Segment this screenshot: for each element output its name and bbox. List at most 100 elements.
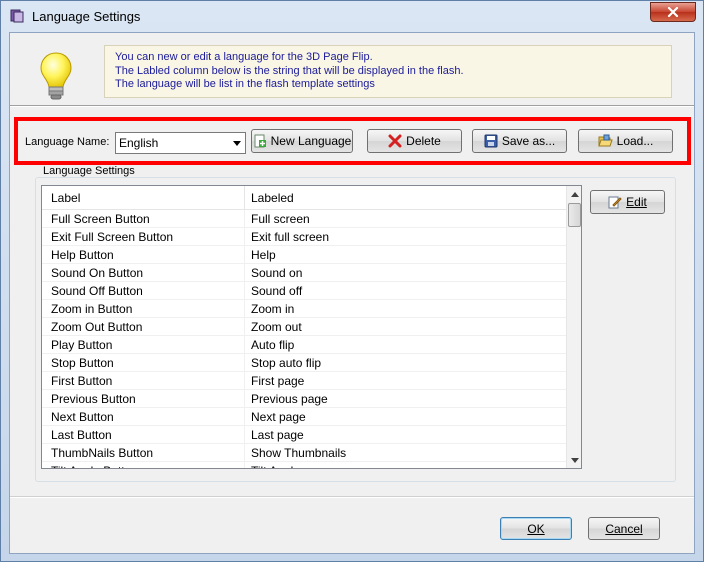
chevron-up-icon <box>571 191 579 197</box>
chevron-down-icon <box>233 141 241 146</box>
new-language-label: New Language <box>270 134 352 148</box>
row-label-cell: Play Button <box>51 338 113 352</box>
row-label-cell: Full Screen Button <box>51 212 150 226</box>
row-label-cell: Stop Button <box>51 356 114 370</box>
app-icon <box>10 9 24 23</box>
row-divider <box>244 300 245 318</box>
table-row[interactable]: Tilt Angle Button Tilt Angle <box>42 462 566 468</box>
info-line-1: You can new or edit a language for the 3… <box>115 51 373 63</box>
scroll-down-button[interactable] <box>567 452 581 468</box>
ok-button[interactable]: OK <box>500 517 572 540</box>
load-label: Load... <box>616 134 654 148</box>
list-rows: Full Screen Button Full screen Exit Full S… <box>42 210 566 468</box>
title-bar[interactable]: Language Settings <box>1 1 703 32</box>
row-labeled-cell: Full screen <box>251 212 310 226</box>
row-label-cell: Sound On Button <box>51 266 144 280</box>
close-button[interactable] <box>650 2 696 22</box>
row-labeled-cell: Sound on <box>251 266 303 280</box>
table-row[interactable]: Full Screen Button Full screen <box>42 210 566 228</box>
scrollbar-thumb[interactable] <box>568 203 581 227</box>
table-row[interactable]: ThumbNails Button Show Thumbnails <box>42 444 566 462</box>
language-select[interactable]: English <box>115 132 246 154</box>
edit-button[interactable]: Edit <box>590 190 665 214</box>
new-language-button[interactable]: New Language <box>251 129 353 153</box>
row-label-cell: Tilt Angle Button <box>51 464 138 468</box>
row-divider <box>244 336 245 354</box>
delete-label: Delete <box>406 134 441 148</box>
table-row[interactable]: Zoom in Button Zoom in <box>42 300 566 318</box>
row-divider <box>244 228 245 246</box>
row-label-cell: ThumbNails Button <box>51 446 154 460</box>
row-labeled-cell: Exit full screen <box>251 230 330 244</box>
column-divider[interactable] <box>244 186 245 210</box>
save-as-button[interactable]: Save as... <box>472 129 567 153</box>
row-labeled-cell: Last page <box>251 428 304 442</box>
table-row[interactable]: Previous Button Previous page <box>42 390 566 408</box>
row-label-cell: First Button <box>51 374 113 388</box>
header-divider <box>10 105 694 107</box>
language-name-label: Language Name: <box>25 136 110 148</box>
list-header: Label Labeled <box>42 186 566 210</box>
group-title: Language Settings <box>41 165 137 177</box>
row-label-cell: Last Button <box>51 428 112 442</box>
row-divider <box>244 264 245 282</box>
table-row[interactable]: First Button First page <box>42 372 566 390</box>
table-row[interactable]: Help Button Help <box>42 246 566 264</box>
delete-button[interactable]: Delete <box>367 129 462 153</box>
row-label-cell: Exit Full Screen Button <box>51 230 174 244</box>
row-labeled-cell: Help <box>251 248 276 262</box>
dialog-body: You can new or edit a language for the 3… <box>9 32 695 554</box>
table-row[interactable]: Stop Button Stop auto flip <box>42 354 566 372</box>
save-as-label: Save as... <box>501 134 556 148</box>
language-settings-window: Language Settings You can new or edit a … <box>0 0 704 562</box>
row-divider <box>244 426 245 444</box>
info-line-3: The language will be list in the flash t… <box>115 78 375 90</box>
row-labeled-cell: Auto flip <box>251 338 295 352</box>
table-row[interactable]: Last Button Last page <box>42 426 566 444</box>
load-button[interactable]: Load... <box>578 129 673 153</box>
table-row[interactable]: Sound Off Button Sound off <box>42 282 566 300</box>
cancel-button[interactable]: Cancel <box>588 517 660 540</box>
scroll-up-button[interactable] <box>567 186 581 202</box>
row-divider <box>244 210 245 228</box>
cancel-label: Cancel <box>605 521 643 536</box>
row-label-cell: Help Button <box>51 248 114 262</box>
table-row[interactable]: Play Button Auto flip <box>42 336 566 354</box>
window-title: Language Settings <box>32 9 141 24</box>
row-label-cell: Sound Off Button <box>51 284 143 298</box>
row-divider <box>244 408 245 426</box>
table-row[interactable]: Zoom Out Button Zoom out <box>42 318 566 336</box>
delete-icon <box>388 134 402 148</box>
floppy-disk-icon <box>484 134 498 148</box>
row-label-cell: Previous Button <box>51 392 136 406</box>
column-header-labeled[interactable]: Labeled <box>251 191 294 205</box>
vertical-scrollbar[interactable] <box>566 186 581 468</box>
row-labeled-cell: Previous page <box>251 392 328 406</box>
column-header-label[interactable]: Label <box>51 191 80 205</box>
row-labeled-cell: Zoom out <box>251 320 302 334</box>
row-divider <box>244 462 245 468</box>
language-strings-list[interactable]: Label Labeled Full Screen Button Full scr… <box>41 185 582 469</box>
add-page-icon <box>254 134 266 148</box>
footer-divider <box>10 496 694 498</box>
edit-icon <box>608 196 622 209</box>
row-divider <box>244 246 245 264</box>
row-labeled-cell: First page <box>251 374 305 388</box>
ok-label: OK <box>527 521 545 536</box>
row-labeled-cell: Next page <box>251 410 306 424</box>
table-row[interactable]: Exit Full Screen Button Exit full screen <box>42 228 566 246</box>
table-row[interactable]: Sound On Button Sound on <box>42 264 566 282</box>
close-icon <box>667 7 679 17</box>
row-labeled-cell: Zoom in <box>251 302 295 316</box>
row-divider <box>244 390 245 408</box>
row-divider <box>244 372 245 390</box>
language-select-value: English <box>119 136 159 150</box>
lightbulb-icon <box>40 52 72 100</box>
edit-label: Edit <box>626 195 647 209</box>
row-labeled-cell: Sound off <box>251 284 303 298</box>
row-divider <box>244 354 245 372</box>
chevron-down-icon <box>571 457 579 463</box>
info-line-2: The Labled column below is the string th… <box>115 64 464 77</box>
open-folder-icon <box>597 134 613 147</box>
table-row[interactable]: Next Button Next page <box>42 408 566 426</box>
